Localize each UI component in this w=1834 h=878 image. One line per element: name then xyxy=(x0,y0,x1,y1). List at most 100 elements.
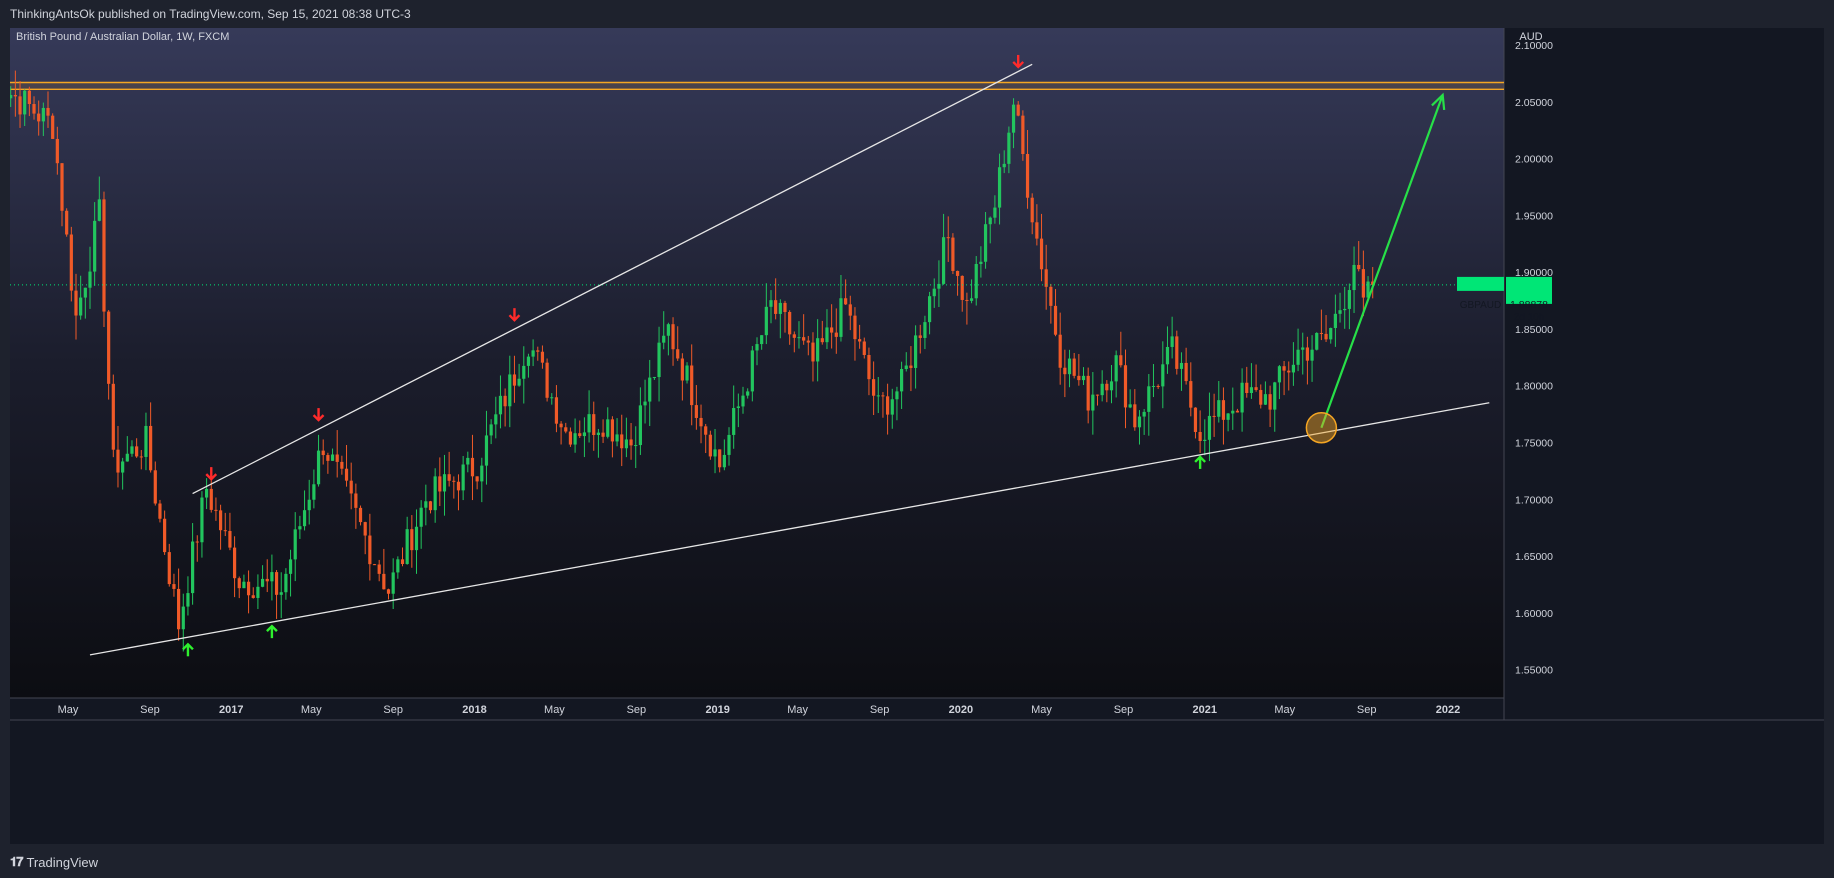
candle-body xyxy=(979,261,983,264)
candle-body xyxy=(116,449,120,473)
candle-body xyxy=(1095,394,1100,396)
candle-body xyxy=(363,522,367,536)
candle-body xyxy=(204,488,209,498)
candle-body xyxy=(1179,362,1184,369)
candle-body xyxy=(214,509,218,511)
candle-body xyxy=(1282,366,1286,371)
candle-body xyxy=(1053,305,1058,335)
candle-body xyxy=(135,446,139,457)
candle-body xyxy=(671,324,675,350)
candle-body xyxy=(858,339,862,342)
candle-body xyxy=(1291,364,1296,373)
candle-body xyxy=(1217,400,1221,417)
candle-body xyxy=(666,324,670,336)
price-tick-label: 1.65000 xyxy=(1515,551,1553,563)
candle-body xyxy=(918,335,922,338)
candle-body xyxy=(587,414,591,433)
candle-body xyxy=(330,454,335,461)
time-tick-label: Sep xyxy=(383,704,403,716)
candle-body xyxy=(536,350,540,352)
candle-body xyxy=(1128,404,1132,408)
time-tick-label: Sep xyxy=(140,704,160,716)
candle-body xyxy=(876,395,880,397)
candle-body xyxy=(1329,328,1333,340)
candle-body xyxy=(909,365,913,368)
candle-body xyxy=(592,414,596,435)
time-tick-label: Sep xyxy=(870,704,890,716)
candle-body xyxy=(960,275,964,300)
candle-body xyxy=(750,350,754,392)
candle-body xyxy=(1207,415,1212,440)
candle-body xyxy=(37,113,41,122)
candle-body xyxy=(400,559,405,564)
candle-body xyxy=(456,481,461,491)
candle-body xyxy=(1175,336,1179,369)
candle-body xyxy=(923,322,927,338)
price-tag-value: 1.88878 xyxy=(1510,299,1548,311)
candle-body xyxy=(503,395,507,407)
candle-body xyxy=(260,578,265,587)
candle-body xyxy=(228,531,232,548)
candle-body xyxy=(1049,286,1053,306)
candle-body xyxy=(18,96,22,115)
candle-body xyxy=(741,395,745,407)
price-tick-label: 2.05000 xyxy=(1515,97,1553,109)
candle-body xyxy=(517,378,521,386)
candle-body xyxy=(867,355,871,380)
candle-body xyxy=(899,369,904,392)
candle-body xyxy=(797,337,801,339)
candle-body xyxy=(1021,115,1025,154)
candle-body xyxy=(246,581,251,596)
candle-body xyxy=(302,510,307,527)
candle-body xyxy=(512,374,517,386)
price-tick-label: 1.60000 xyxy=(1515,608,1553,620)
candle-body xyxy=(578,433,582,437)
candle-body xyxy=(32,104,36,114)
candle-body xyxy=(177,588,181,630)
price-tick-label: 1.95000 xyxy=(1515,210,1553,222)
candle-body xyxy=(172,584,176,589)
candle-body xyxy=(746,391,750,396)
candle-body xyxy=(158,503,162,519)
tradingview-brand[interactable]: 𝟏𝟕 TradingView xyxy=(10,854,98,870)
candle-body xyxy=(783,302,787,312)
candle-body xyxy=(1221,400,1226,420)
candle-body xyxy=(1231,410,1235,414)
chart-area[interactable]: British Pound / Australian Dollar, 1W, F… xyxy=(9,28,1824,844)
candle-body xyxy=(1310,349,1314,361)
candle-body xyxy=(452,480,456,482)
candle-body xyxy=(988,217,992,225)
candle-body xyxy=(620,434,624,449)
candle-body xyxy=(610,419,615,442)
candle-body xyxy=(1259,389,1263,405)
resistance-zone[interactable] xyxy=(10,81,1504,91)
candle-body xyxy=(732,408,736,435)
candle-body xyxy=(1277,366,1282,383)
candle-body xyxy=(391,572,395,594)
price-tick-label: 1.55000 xyxy=(1515,665,1553,677)
price-tag-symbol-box xyxy=(1457,276,1504,291)
candle-body xyxy=(1287,370,1291,373)
candle-body xyxy=(340,461,344,469)
price-tick-label: 1.85000 xyxy=(1515,324,1553,336)
candle-body xyxy=(941,237,946,284)
candle-body xyxy=(526,356,531,366)
candle-body xyxy=(1240,382,1244,413)
candle-body xyxy=(969,298,974,301)
candle-body xyxy=(582,432,587,437)
candle-body xyxy=(634,445,638,447)
candle-body xyxy=(498,395,503,415)
candle-body xyxy=(130,446,134,454)
candle-body xyxy=(60,163,64,211)
candle-body xyxy=(1016,104,1020,116)
candle-body xyxy=(1058,334,1062,368)
candle-body xyxy=(615,434,619,442)
candle-body xyxy=(886,396,890,415)
candlestick-chart-svg[interactable]: British Pound / Australian Dollar, 1W, F… xyxy=(9,28,1824,844)
candle-body xyxy=(274,572,279,595)
candle-body xyxy=(83,287,87,298)
candle-body xyxy=(1007,132,1011,164)
candle-body xyxy=(825,327,829,343)
candle-body xyxy=(1030,197,1034,223)
candle-body xyxy=(1315,332,1319,350)
